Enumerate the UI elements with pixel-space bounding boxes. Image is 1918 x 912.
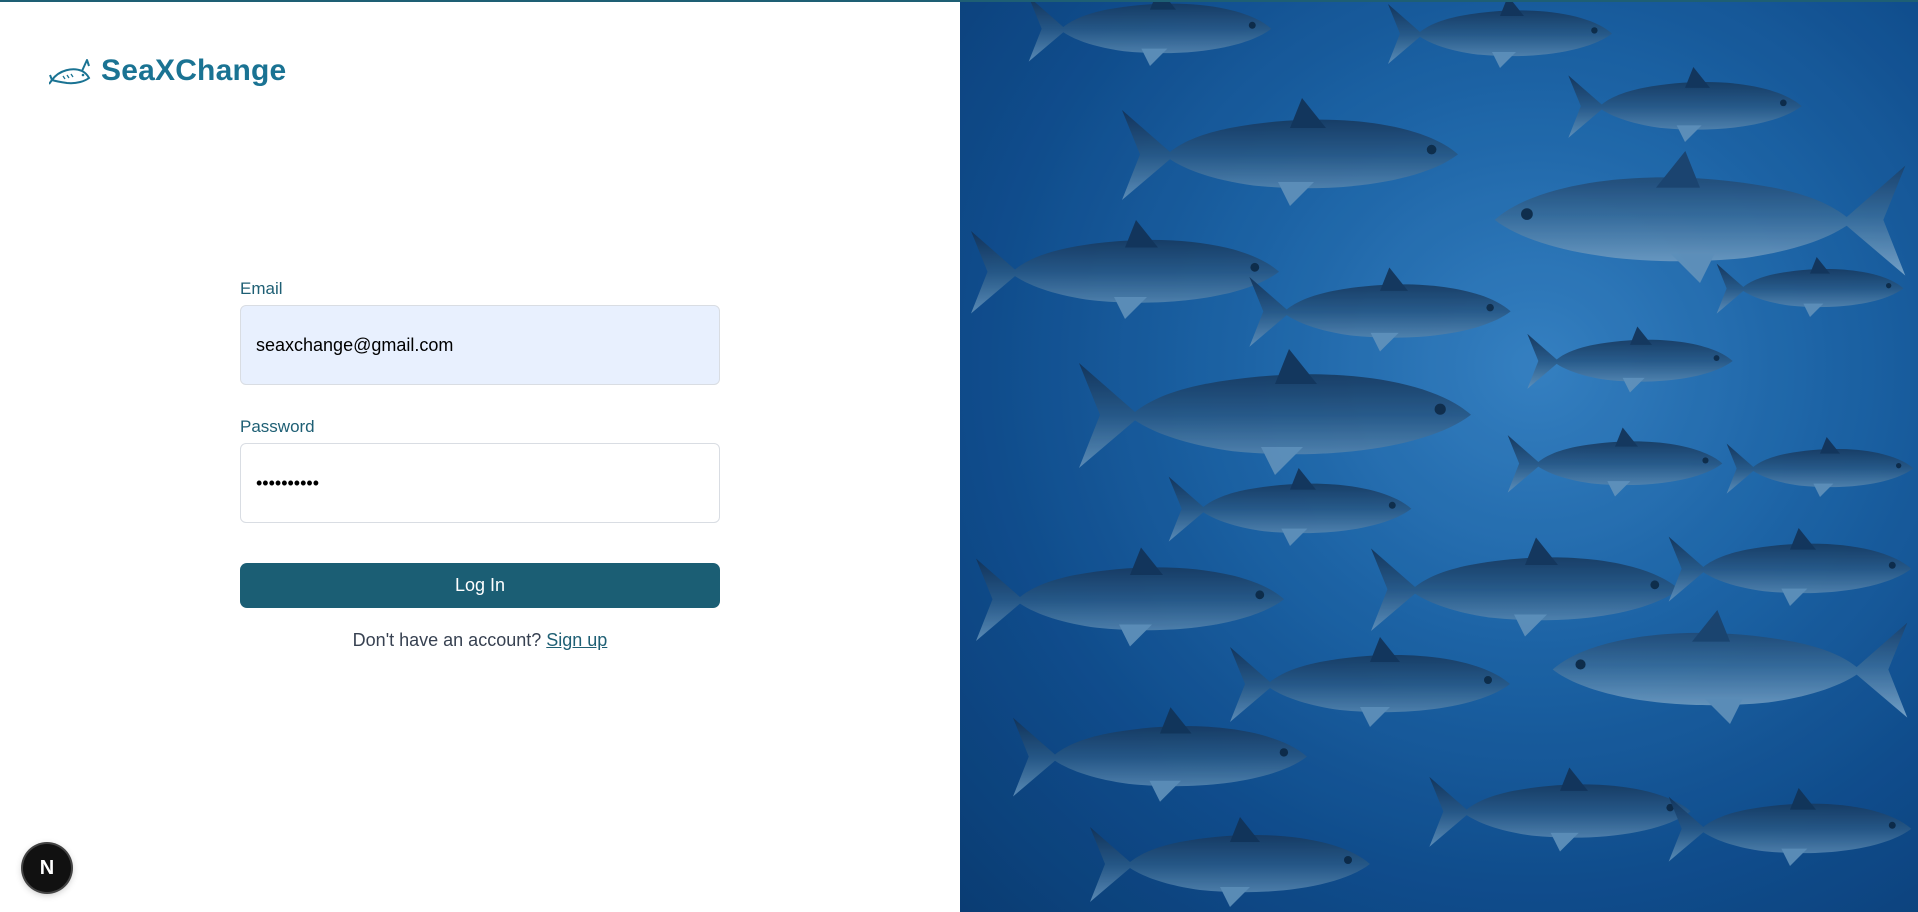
email-input[interactable] xyxy=(240,305,720,385)
signup-prompt: Don't have an account? xyxy=(352,630,542,650)
brand-name: SeaXChange xyxy=(101,54,287,87)
login-panel: SeaXChange Email Password Log In Don't h… xyxy=(0,2,960,912)
login-form: Email Password Log In Don't have an acco… xyxy=(240,279,720,651)
nextjs-icon[interactable]: N xyxy=(23,844,71,892)
login-page: SeaXChange Email Password Log In Don't h… xyxy=(0,0,1918,912)
fish-logo-icon xyxy=(48,54,91,88)
password-field-group: Password xyxy=(240,417,720,523)
hero-image xyxy=(960,2,1918,912)
login-button[interactable]: Log In xyxy=(240,563,720,608)
email-label: Email xyxy=(240,279,283,298)
email-field-group: Email xyxy=(240,279,720,385)
signup-link[interactable]: Sign up xyxy=(546,630,607,650)
password-input[interactable] xyxy=(240,443,720,523)
signup-row: Don't have an account? Sign up xyxy=(240,630,720,651)
tuna-school-photo xyxy=(960,2,1918,912)
dev-badge-label: N xyxy=(39,856,55,879)
password-label: Password xyxy=(240,417,315,436)
brand[interactable]: SeaXChange xyxy=(48,54,287,88)
